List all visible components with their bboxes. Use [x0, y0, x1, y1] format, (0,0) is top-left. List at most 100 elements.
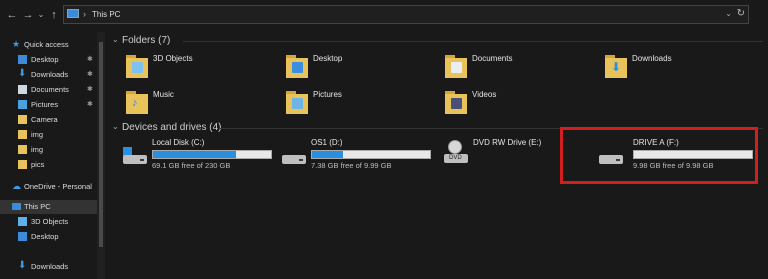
folder-label: 3D Objects	[153, 54, 193, 63]
pin-icon[interactable]: ✱	[87, 100, 93, 108]
sidebar-item-label: OneDrive - Personal	[24, 182, 92, 191]
sidebar-item-documents[interactable]: Documents ✱	[0, 83, 97, 97]
dvd-label: DVD	[449, 155, 462, 161]
sidebar-item-img-2[interactable]: img	[0, 143, 97, 157]
drive-name: OS1 (D:)	[311, 138, 343, 147]
sidebar-item-label: pics	[31, 160, 45, 169]
drive-name: DVD RW Drive (E:)	[473, 138, 542, 147]
recent-locations-icon[interactable]: ⌄	[37, 8, 45, 22]
sidebar-item-desktop[interactable]: Desktop ✱	[0, 53, 97, 67]
sidebar-item-label: Downloads	[31, 70, 69, 79]
sidebar-item-img[interactable]: img	[0, 128, 97, 142]
drive-local-disk-c[interactable]: Local Disk (C:) 69.1 GB free of 230 GB	[122, 138, 282, 172]
documents-icon	[18, 85, 27, 94]
forward-arrow-icon[interactable]: →	[22, 8, 34, 22]
pin-icon[interactable]: ✱	[87, 85, 93, 93]
cloud-icon: ☁	[12, 181, 21, 191]
drive-usage-fill	[312, 151, 343, 158]
drive-usage-fill	[153, 151, 236, 158]
pictures-icon	[18, 100, 27, 109]
folder-label: Documents	[472, 54, 513, 63]
back-arrow-icon[interactable]: ←	[6, 8, 18, 22]
folder-icon	[18, 145, 27, 154]
address-bar[interactable]: › This PC ⌄ ↻	[63, 5, 749, 24]
sidebar-item-pictures[interactable]: Pictures ✱	[0, 98, 97, 112]
folder-label: Downloads	[632, 54, 672, 63]
dvd-drive-icon: DVD	[443, 140, 469, 166]
star-icon: ★	[12, 39, 21, 49]
chevron-down-icon[interactable]: ⌄	[725, 9, 732, 18]
chevron-down-icon[interactable]: ⌄	[112, 122, 119, 131]
folder-label: Music	[153, 90, 174, 99]
navigation-pane: ★ Quick access Desktop ✱ ⬇ Downloads ✱ D…	[0, 32, 107, 279]
sidebar-scrollbar[interactable]	[97, 32, 105, 279]
chevron-down-icon[interactable]: ⌄	[112, 35, 119, 44]
drive-usage-bar	[311, 150, 431, 159]
drive-free-space: 7.38 GB free of 9.99 GB	[311, 161, 392, 170]
downloads-folder-icon: ⬇	[605, 53, 627, 79]
folder-desktop[interactable]: Desktop	[286, 53, 436, 83]
highlight-box	[560, 127, 758, 184]
3d-objects-icon	[18, 217, 27, 226]
sidebar-item-label: This PC	[24, 202, 51, 211]
drive-name: Local Disk (C:)	[152, 138, 205, 147]
sidebar-item-quick-access[interactable]: ★ Quick access	[0, 38, 97, 52]
sidebar-item-this-pc[interactable]: This PC	[0, 200, 97, 214]
breadcrumb-this-pc[interactable]: This PC	[92, 10, 120, 19]
computer-icon	[12, 203, 21, 210]
pictures-folder-icon	[286, 89, 308, 115]
folder-downloads[interactable]: ⬇ Downloads	[605, 53, 755, 83]
drive-free-space: 69.1 GB free of 230 GB	[152, 161, 231, 170]
folders-group-header[interactable]: ⌄ Folders (7)	[112, 35, 171, 46]
refresh-icon[interactable]: ↻	[737, 8, 745, 19]
sidebar-item-label: img	[31, 145, 44, 154]
folder-documents[interactable]: Documents	[445, 53, 595, 83]
folder-videos[interactable]: Videos	[445, 89, 595, 119]
sidebar-item-label: Pictures	[31, 100, 59, 109]
folder-icon	[18, 130, 27, 139]
folder-3d-objects[interactable]: 3D Objects	[126, 53, 276, 83]
sidebar-item-label: Downloads	[31, 262, 69, 271]
folder-icon	[18, 115, 27, 124]
pin-icon[interactable]: ✱	[87, 55, 93, 63]
sidebar-item-pics[interactable]: pics	[0, 158, 97, 172]
sidebar-item-label: Camera	[31, 115, 58, 124]
sidebar-item-label: img	[31, 130, 44, 139]
folder-label: Desktop	[313, 54, 343, 63]
sidebar-item-camera[interactable]: Camera	[0, 113, 97, 127]
folder-label: Videos	[472, 90, 497, 99]
sidebar-item-label: Documents	[31, 85, 69, 94]
download-icon: ⬇	[18, 260, 27, 271]
folder-label: Pictures	[313, 90, 342, 99]
up-arrow-icon[interactable]: ↑	[48, 8, 60, 22]
folder-pictures[interactable]: Pictures	[286, 89, 436, 119]
group-title: Folders (7)	[122, 35, 171, 46]
desktop-icon	[18, 232, 27, 241]
pin-icon[interactable]: ✱	[87, 70, 93, 78]
title-bar: ← → ⌄ ↑ › This PC ⌄ ↻	[0, 0, 768, 30]
sidebar-item-label: 3D Objects	[31, 217, 69, 226]
drive-icon	[281, 150, 307, 166]
scrollbar-thumb[interactable]	[99, 42, 103, 247]
sidebar-item-onedrive[interactable]: ☁ OneDrive - Personal	[0, 180, 97, 194]
folder-icon	[18, 160, 27, 169]
music-folder-icon: ♪	[126, 89, 148, 115]
drive-usage-bar	[152, 150, 272, 159]
drives-group-header[interactable]: ⌄ Devices and drives (4)	[112, 122, 222, 133]
download-icon: ⬇	[18, 68, 27, 79]
3d-objects-icon	[126, 53, 148, 79]
group-title: Devices and drives (4)	[122, 122, 222, 133]
folder-music[interactable]: ♪ Music	[126, 89, 276, 119]
sidebar-item-label: Quick access	[24, 40, 69, 49]
sidebar-item-desktop-pc[interactable]: Desktop	[0, 230, 97, 244]
desktop-icon	[18, 55, 27, 64]
drive-os1-d[interactable]: OS1 (D:) 7.38 GB free of 9.99 GB	[281, 138, 441, 172]
desktop-folder-icon	[286, 53, 308, 79]
group-divider	[183, 41, 763, 42]
documents-folder-icon	[445, 53, 467, 79]
sidebar-item-3d-objects[interactable]: 3D Objects	[0, 215, 97, 229]
sidebar-item-downloads-pc[interactable]: ⬇ Downloads	[0, 260, 97, 274]
sidebar-item-downloads[interactable]: ⬇ Downloads ✱	[0, 68, 97, 82]
computer-icon	[67, 9, 79, 18]
breadcrumb-separator: ›	[83, 9, 86, 19]
